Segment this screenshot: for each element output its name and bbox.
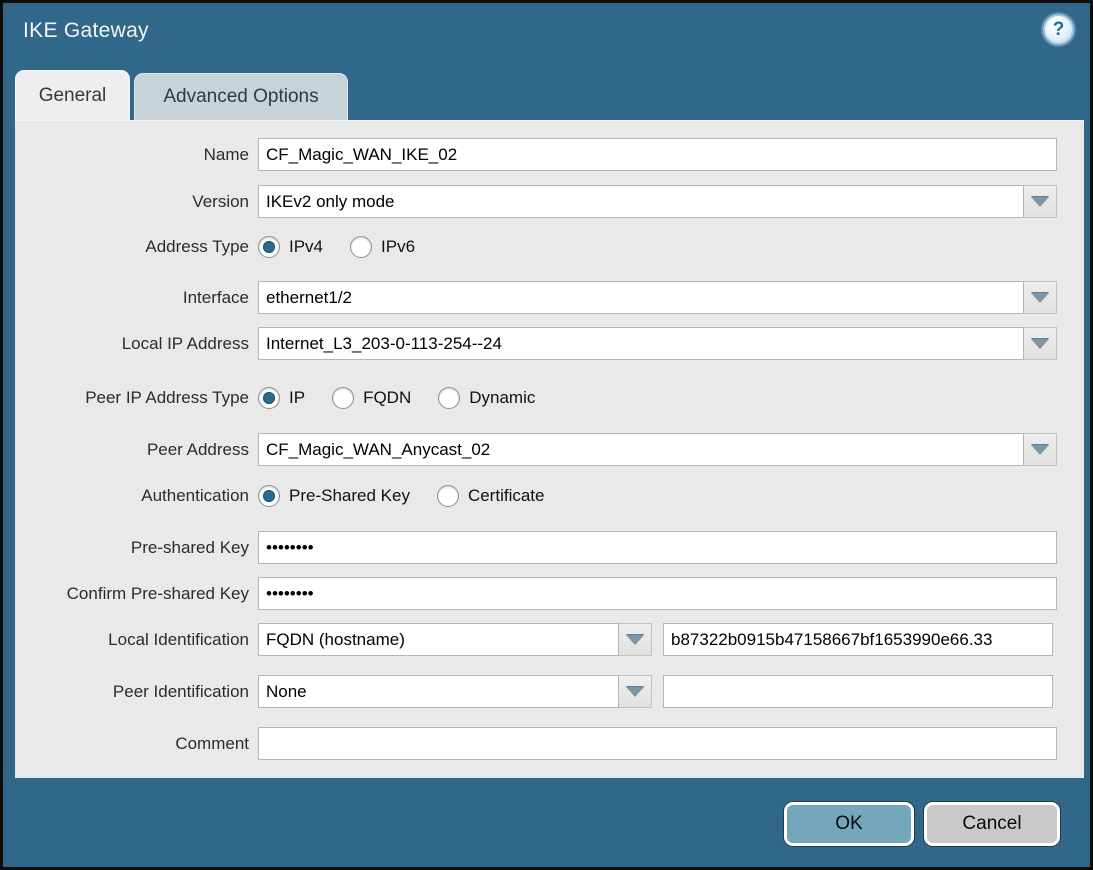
peer-address-row: Peer Address: [15, 433, 1084, 466]
comment-row: Comment: [15, 727, 1084, 760]
general-tab-panel: Name Version Address Type IPv4 IPv6: [15, 120, 1084, 778]
authentication-radio-group: Pre-Shared Key Certificate: [258, 485, 571, 507]
comment-label: Comment: [15, 734, 258, 754]
chevron-down-icon: [626, 687, 644, 697]
tab-general[interactable]: General: [15, 70, 130, 120]
ike-gateway-dialog: IKE Gateway ? General Advanced Options N…: [0, 0, 1093, 870]
local-identification-dropdown-button[interactable]: [619, 623, 652, 656]
name-label: Name: [15, 145, 258, 165]
radio-pre-shared-key-label: Pre-Shared Key: [289, 486, 410, 506]
local-identification-row: Local Identification: [15, 623, 1084, 656]
pre-shared-key-input[interactable]: [258, 531, 1057, 564]
local-ip-address-label: Local IP Address: [15, 334, 258, 354]
local-identification-value-input[interactable]: [663, 623, 1053, 656]
local-ip-address-select-input[interactable]: [258, 327, 1024, 360]
pre-shared-key-label: Pre-shared Key: [15, 538, 258, 558]
authentication-row: Authentication Pre-Shared Key Certificat…: [15, 479, 1084, 512]
peer-ip-address-type-label: Peer IP Address Type: [15, 388, 258, 408]
tab-advanced-options-label: Advanced Options: [163, 86, 318, 108]
radio-ipv4[interactable]: IPv4: [258, 236, 323, 258]
confirm-pre-shared-key-input[interactable]: [258, 577, 1057, 610]
radio-pre-shared-key-control[interactable]: [258, 485, 280, 507]
authentication-label: Authentication: [15, 486, 258, 506]
radio-dynamic-label: Dynamic: [469, 388, 535, 408]
peer-identification-label: Peer Identification: [15, 682, 258, 702]
chevron-down-icon: [1031, 293, 1049, 303]
version-row: Version: [15, 185, 1084, 218]
local-ip-dropdown-button[interactable]: [1024, 327, 1057, 360]
peer-identification-row: Peer Identification: [15, 675, 1084, 708]
peer-identification-type-select[interactable]: [258, 675, 619, 708]
radio-fqdn-control[interactable]: [332, 387, 354, 409]
radio-dynamic-control[interactable]: [438, 387, 460, 409]
radio-pre-shared-key[interactable]: Pre-Shared Key: [258, 485, 410, 507]
title-bar: IKE Gateway ?: [3, 3, 1090, 67]
comment-input[interactable]: [258, 727, 1057, 760]
address-type-row: Address Type IPv4 IPv6: [15, 230, 1084, 263]
radio-dynamic[interactable]: Dynamic: [438, 387, 535, 409]
address-type-radio-group: IPv4 IPv6: [258, 236, 442, 258]
ok-button[interactable]: OK: [784, 802, 914, 846]
chevron-down-icon: [626, 635, 644, 645]
name-row: Name: [15, 138, 1084, 171]
radio-ip[interactable]: IP: [258, 387, 305, 409]
radio-ip-label: IP: [289, 388, 305, 408]
help-icon[interactable]: ?: [1043, 14, 1074, 45]
radio-ip-control[interactable]: [258, 387, 280, 409]
peer-address-label: Peer Address: [15, 440, 258, 460]
radio-certificate-control[interactable]: [437, 485, 459, 507]
peer-ip-address-type-row: Peer IP Address Type IP FQDN Dynamic: [15, 381, 1084, 414]
local-ip-address-row: Local IP Address: [15, 327, 1084, 360]
version-select-input[interactable]: [258, 185, 1024, 218]
confirm-pre-shared-key-row: Confirm Pre-shared Key: [15, 577, 1084, 610]
peer-ip-type-radio-group: IP FQDN Dynamic: [258, 387, 562, 409]
interface-dropdown-button[interactable]: [1024, 281, 1057, 314]
radio-ipv4-label: IPv4: [289, 237, 323, 257]
radio-certificate[interactable]: Certificate: [437, 485, 545, 507]
radio-fqdn[interactable]: FQDN: [332, 387, 411, 409]
local-identification-type-select[interactable]: [258, 623, 619, 656]
version-label: Version: [15, 192, 258, 212]
chevron-down-icon: [1031, 197, 1049, 207]
peer-address-select-input[interactable]: [258, 433, 1024, 466]
interface-select-input[interactable]: [258, 281, 1024, 314]
peer-identification-value-input[interactable]: [663, 675, 1053, 708]
radio-ipv6-control[interactable]: [350, 236, 372, 258]
tab-general-label: General: [39, 85, 107, 107]
radio-ipv6-label: IPv6: [381, 237, 415, 257]
radio-ipv6[interactable]: IPv6: [350, 236, 415, 258]
interface-row: Interface: [15, 281, 1084, 314]
address-type-label: Address Type: [15, 237, 258, 257]
radio-certificate-label: Certificate: [468, 486, 545, 506]
question-mark-glyph: ?: [1053, 20, 1065, 39]
pre-shared-key-row: Pre-shared Key: [15, 531, 1084, 564]
peer-identification-dropdown-button[interactable]: [619, 675, 652, 708]
tab-advanced-options[interactable]: Advanced Options: [134, 73, 348, 120]
cancel-button[interactable]: Cancel: [924, 802, 1060, 846]
version-dropdown-button[interactable]: [1024, 185, 1057, 218]
chevron-down-icon: [1031, 339, 1049, 349]
name-input[interactable]: [258, 138, 1057, 171]
confirm-pre-shared-key-label: Confirm Pre-shared Key: [15, 584, 258, 604]
chevron-down-icon: [1031, 445, 1049, 455]
dialog-title: IKE Gateway: [23, 19, 149, 43]
radio-ipv4-control[interactable]: [258, 236, 280, 258]
local-identification-label: Local Identification: [15, 630, 258, 650]
interface-label: Interface: [15, 288, 258, 308]
radio-fqdn-label: FQDN: [363, 388, 411, 408]
peer-address-dropdown-button[interactable]: [1024, 433, 1057, 466]
